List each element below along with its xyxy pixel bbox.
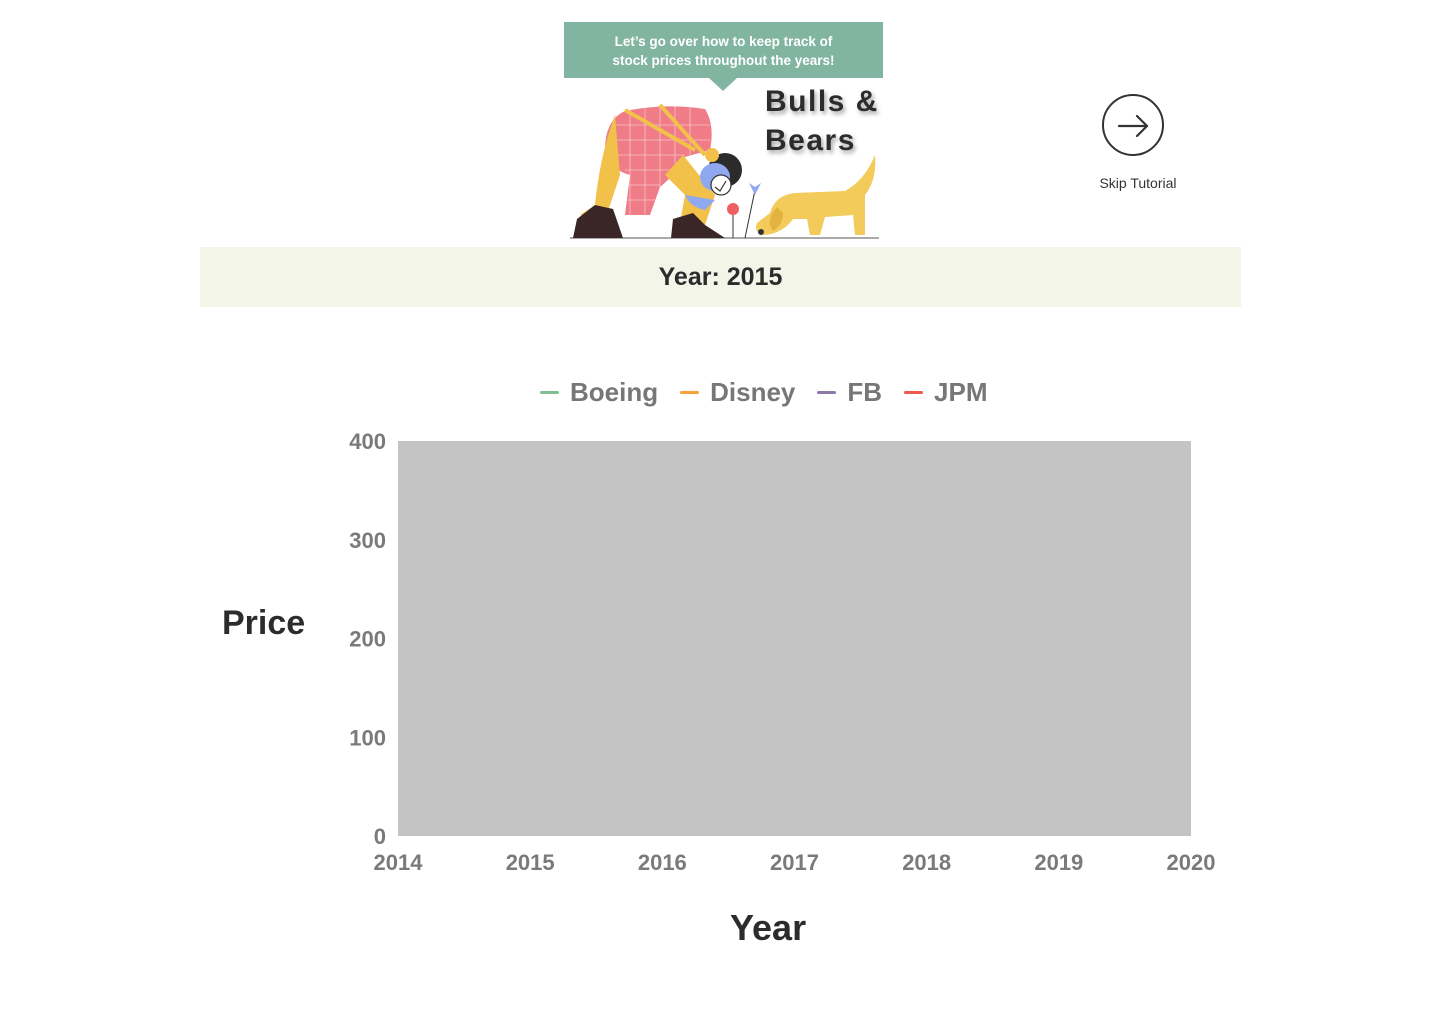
chart-legend: Boeing Disney FB JPM (540, 374, 1010, 410)
y-axis-title: Price (222, 604, 306, 642)
app-title: Bulls & Bears (765, 82, 905, 160)
legend-swatch (680, 390, 700, 394)
y-tick-label: 200 (349, 627, 386, 652)
y-tick-label: 300 (349, 528, 386, 553)
app-title-line-1: Bulls & (765, 85, 879, 118)
x-tick-label: 2016 (638, 850, 687, 875)
y-tick-label: 0 (374, 824, 386, 849)
bubble-line-1: Let’s go over how to keep track of (614, 34, 833, 49)
skip-tutorial-label[interactable]: Skip Tutorial (1090, 175, 1186, 191)
arrow-right-icon[interactable] (1102, 94, 1164, 156)
year-banner: Year: 2015 (200, 247, 1241, 307)
x-tick-label: 2020 (1167, 850, 1216, 875)
legend-label: Boeing (570, 376, 659, 407)
legend-item-jpm: JPM (904, 376, 988, 408)
plot-area (398, 441, 1191, 836)
legend-swatch (904, 390, 924, 394)
x-tick-label: 2018 (902, 850, 951, 875)
legend-item-disney: Disney (680, 377, 795, 408)
bubble-tail (709, 78, 737, 91)
skip-tutorial-button[interactable]: Skip Tutorial (1096, 93, 1182, 193)
x-axis-title: Year (730, 907, 807, 948)
app-title-line-2: Bears (765, 124, 856, 157)
legend-item-boeing: Boeing (540, 377, 658, 408)
y-tick-label: 100 (349, 725, 386, 750)
legend-label: FB (847, 376, 883, 407)
legend-swatch (540, 390, 559, 394)
legend-swatch (817, 390, 837, 394)
legend-label: JPM (934, 376, 988, 407)
x-tick-label: 2014 (374, 850, 424, 875)
legend-item-fb: FB (817, 377, 882, 408)
bubble-line-2: stock prices throughout the years! (612, 53, 835, 68)
x-tick-label: 2019 (1034, 850, 1083, 875)
x-tick-label: 2015 (506, 850, 555, 875)
y-tick-label: 400 (349, 429, 386, 454)
tutorial-speech-bubble: Let’s go over how to keep track of stock… (564, 22, 883, 78)
stock-price-chart: 0 100 200 300 400 2014 2015 2016 2017 2018 2019 202… (349, 429, 1216, 875)
x-tick-label: 2017 (770, 850, 819, 875)
legend-label: Disney (710, 376, 796, 407)
